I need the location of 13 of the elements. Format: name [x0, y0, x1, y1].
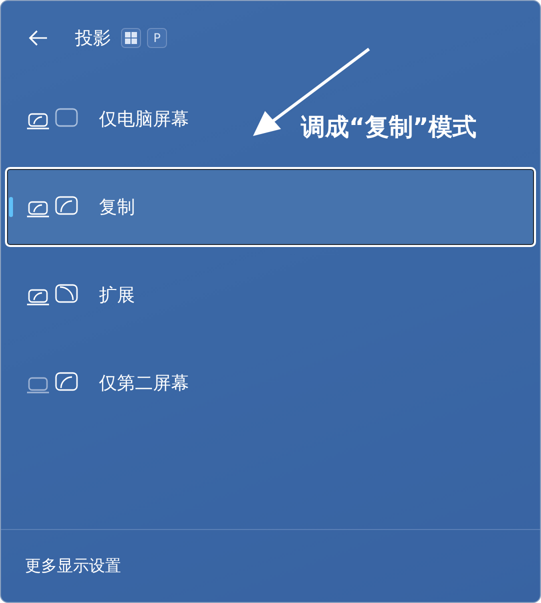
display-mode-icon	[27, 284, 79, 306]
projection-option[interactable]: 扩展	[5, 255, 536, 335]
panel-title: 投影	[75, 27, 111, 50]
display-mode-icon	[27, 372, 79, 394]
display-mode-icon	[27, 196, 79, 218]
more-display-settings-link[interactable]: 更多显示设置	[25, 556, 121, 576]
projection-option[interactable]: 仅第二屏幕	[5, 343, 536, 423]
shortcut-key: P	[147, 28, 167, 48]
projection-option[interactable]: 复制	[5, 167, 536, 247]
windows-key-icon	[121, 28, 141, 48]
display-mode-icon	[27, 108, 79, 130]
annotation-text: 调成“复制”模式	[301, 112, 477, 143]
selection-indicator	[9, 197, 13, 217]
